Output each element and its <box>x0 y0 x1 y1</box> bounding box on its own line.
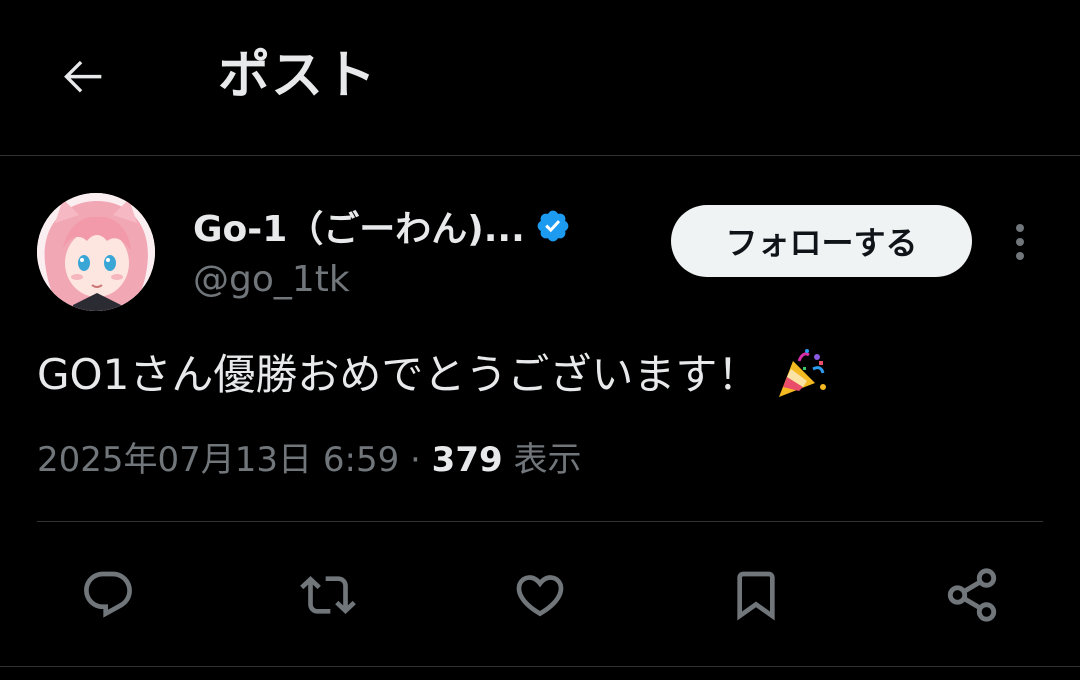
verified-badge-icon[interactable] <box>535 208 571 244</box>
post-actions-bar <box>0 560 1080 630</box>
share-icon <box>947 568 997 622</box>
share-button[interactable] <box>942 565 1002 625</box>
author-name-row[interactable]: Go-1（ごーわん)... <box>193 200 571 252</box>
post-meta: 2025年07月13日 6:59 · 379 表示 <box>37 435 581 485</box>
bookmark-button[interactable] <box>726 565 786 625</box>
author-display-name[interactable]: Go-1（ごーわん)... <box>193 200 525 252</box>
arrow-left-icon <box>64 60 102 93</box>
bookmark-icon <box>737 571 775 621</box>
post-timestamp[interactable]: 2025年07月13日 6:59 <box>37 440 399 480</box>
post-body: GO1さん優勝おめでとうございます！ <box>37 350 760 399</box>
repost-button[interactable] <box>298 565 358 625</box>
views-label: 表示 <box>502 440 582 480</box>
reply-icon <box>84 571 132 618</box>
follow-button[interactable]: フォローする <box>671 205 972 277</box>
post-text: GO1さん優勝おめでとうございます！ <box>37 343 829 407</box>
bottom-divider <box>0 666 1080 667</box>
like-button[interactable] <box>510 565 570 625</box>
top-bar: ポスト <box>0 0 1080 156</box>
divider <box>37 521 1043 522</box>
party-popper-icon <box>773 347 829 403</box>
avatar[interactable] <box>37 193 155 311</box>
page-title: ポスト <box>218 46 378 106</box>
back-button[interactable] <box>50 42 118 110</box>
heart-icon <box>516 575 564 617</box>
more-vertical-icon <box>1016 224 1024 260</box>
repost-icon <box>300 576 356 614</box>
views-count[interactable]: 379 <box>432 440 503 480</box>
meta-separator: · <box>399 440 432 480</box>
author-handle[interactable]: @go_1tk <box>193 256 350 304</box>
reply-button[interactable] <box>78 565 138 625</box>
more-options-button[interactable] <box>1002 218 1038 266</box>
